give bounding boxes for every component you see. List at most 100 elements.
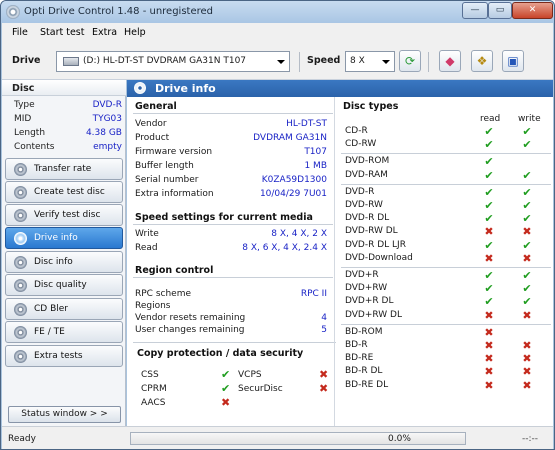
disc-type-row: DVD-Download ✖ ✖: [345, 251, 550, 266]
close-button[interactable]: ✕: [512, 2, 553, 19]
check-icon: ✔: [484, 125, 494, 138]
check-icon: ✔: [522, 269, 532, 282]
column-divider: [334, 97, 335, 426]
info-row-write: Write 8 X, 4 X, 2 X: [135, 229, 327, 242]
cross-icon: ✖: [484, 352, 494, 366]
check-icon: ✔: [522, 282, 532, 296]
disc-key: MID: [14, 114, 32, 124]
nav-drive-info[interactable]: Drive info: [5, 227, 123, 249]
disc-type-row: BD-RE DL ✖ ✖: [345, 379, 550, 393]
nav-label: Create test disc: [34, 187, 105, 197]
nav-create-test-disc[interactable]: Create test disc: [5, 181, 123, 203]
info-value: 8 X, 4 X, 2 X: [271, 229, 327, 239]
check-icon: ✔: [522, 168, 532, 182]
cross-icon: ✖: [484, 339, 494, 352]
cp-name: CSS: [141, 370, 159, 380]
info-value: DVDRAM GA31N: [253, 133, 327, 143]
check-icon: ✔: [484, 282, 494, 296]
info-key: Extra information: [135, 189, 214, 199]
disc-icon: [14, 163, 27, 176]
check-icon: ✔: [522, 138, 532, 152]
status-window-button[interactable]: Status window > >: [8, 406, 121, 423]
info-key: Buffer length: [135, 161, 194, 171]
menu-help[interactable]: Help: [124, 27, 146, 38]
disc-tools-button[interactable]: ❖: [471, 50, 493, 72]
info-value: 1 MB: [304, 161, 327, 171]
disc-type-group-divider: [341, 267, 551, 268]
nav-transfer-rate[interactable]: Transfer rate: [5, 158, 123, 180]
app-window: Opti Drive Control 1.48 - unregistered —…: [0, 0, 555, 450]
cross-icon: ✖: [522, 308, 532, 322]
menu-extra[interactable]: Extra: [92, 27, 117, 38]
cross-icon: ✖: [221, 396, 231, 409]
cp-name: SecurDisc: [238, 384, 283, 394]
disc-key: Length: [14, 128, 46, 138]
maximize-button[interactable]: ▭: [488, 2, 512, 19]
drive-label: Drive: [12, 55, 41, 66]
info-key: Vendor resets remaining: [135, 313, 246, 323]
disc-type-row: DVD-RW ✔ ✔: [345, 199, 550, 213]
disc-type-name: DVD-Download: [345, 252, 413, 263]
check-icon: ✔: [522, 238, 532, 252]
check-icon: ✔: [484, 168, 494, 182]
save-button[interactable]: ▣: [502, 50, 524, 72]
info-key: User changes remaining: [135, 325, 245, 335]
nav-label: Transfer rate: [34, 164, 92, 174]
menu-start-test[interactable]: Start test: [40, 27, 84, 38]
disc-type-name: CD-RW: [345, 139, 377, 150]
disc-row-contents: Contents empty: [14, 142, 122, 155]
refresh-icon: ⟳: [404, 54, 416, 68]
disc-type-row: DVD-RW DL ✖ ✖: [345, 225, 550, 239]
nav-fe-te[interactable]: FE / TE: [5, 321, 123, 343]
disc-type-name: DVD-RW DL: [345, 226, 398, 237]
check-icon: ✔: [522, 185, 532, 199]
erase-button[interactable]: ◆: [439, 50, 461, 72]
info-value: RPC II: [300, 289, 327, 299]
disc-type-name: DVD-R: [345, 186, 375, 197]
info-value: K0ZA59D1300: [261, 175, 327, 185]
info-key: Write: [135, 229, 159, 239]
nav-label: Extra tests: [34, 351, 83, 361]
nav-disc-quality[interactable]: Disc quality: [5, 274, 123, 296]
optical-drive-icon: [63, 57, 79, 66]
info-row-product: Product DVDRAM GA31N: [135, 133, 327, 146]
check-icon: ✔: [484, 155, 494, 169]
cross-icon: ✖: [319, 368, 329, 381]
nav-label: Drive info: [34, 233, 78, 243]
title-bar: Opti Drive Control 1.48 - unregistered —…: [1, 1, 554, 23]
nav-verify-test-disc[interactable]: Verify test disc: [5, 204, 123, 226]
info-value: 8 X, 6 X, 4 X, 2.4 X: [242, 243, 327, 253]
info-row-extra: Extra information 10/04/29 7U01: [135, 189, 327, 202]
status-bar: Ready 0.0% --:--: [2, 426, 553, 449]
info-key: Product: [135, 133, 170, 143]
disc-type-row: DVD+RW ✔ ✔: [345, 282, 550, 296]
cross-icon: ✖: [522, 251, 532, 265]
window-title: Opti Drive Control 1.48 - unregistered: [24, 6, 214, 17]
cp-name: AACS: [141, 398, 166, 408]
disc-type-name: BD-RE DL: [345, 379, 389, 390]
disc-type-row: BD-R ✖ ✖: [345, 339, 550, 353]
minimize-button[interactable]: —: [462, 2, 488, 19]
panel-header: Drive info: [127, 80, 553, 97]
disc-type-row: CD-R ✔ ✔: [345, 125, 550, 139]
cross-icon: ✖: [522, 339, 532, 352]
nav-label: Disc info: [34, 257, 73, 267]
toolbar-divider: [428, 52, 429, 72]
sidebar: Disc Type DVD-R MID TYG03 Length 4.38 GB…: [2, 80, 126, 426]
nav-extra-tests[interactable]: Extra tests: [5, 345, 123, 367]
refresh-button[interactable]: ⟳: [399, 50, 421, 72]
nav-disc-info[interactable]: Disc info: [5, 251, 123, 273]
disc-type-name: DVD-RAM: [345, 169, 388, 180]
chevron-down-icon: [277, 60, 285, 64]
info-value: 5: [321, 325, 327, 335]
check-icon: ✔: [522, 295, 532, 309]
speed-select[interactable]: 8 X: [345, 51, 395, 72]
disc-type-name: DVD+RW: [345, 283, 388, 294]
nav-cd-bler[interactable]: CD Bler: [5, 298, 123, 320]
info-key: Vendor: [135, 119, 167, 129]
save-icon: ▣: [507, 54, 519, 68]
drive-select[interactable]: (D:) HL-DT-ST DVDRAM GA31N T107: [56, 51, 290, 72]
disc-key: Contents: [14, 142, 55, 152]
copy-protection-box: Copy protection / data security CSS ✔ CP…: [133, 342, 336, 412]
menu-file[interactable]: File: [12, 27, 28, 38]
